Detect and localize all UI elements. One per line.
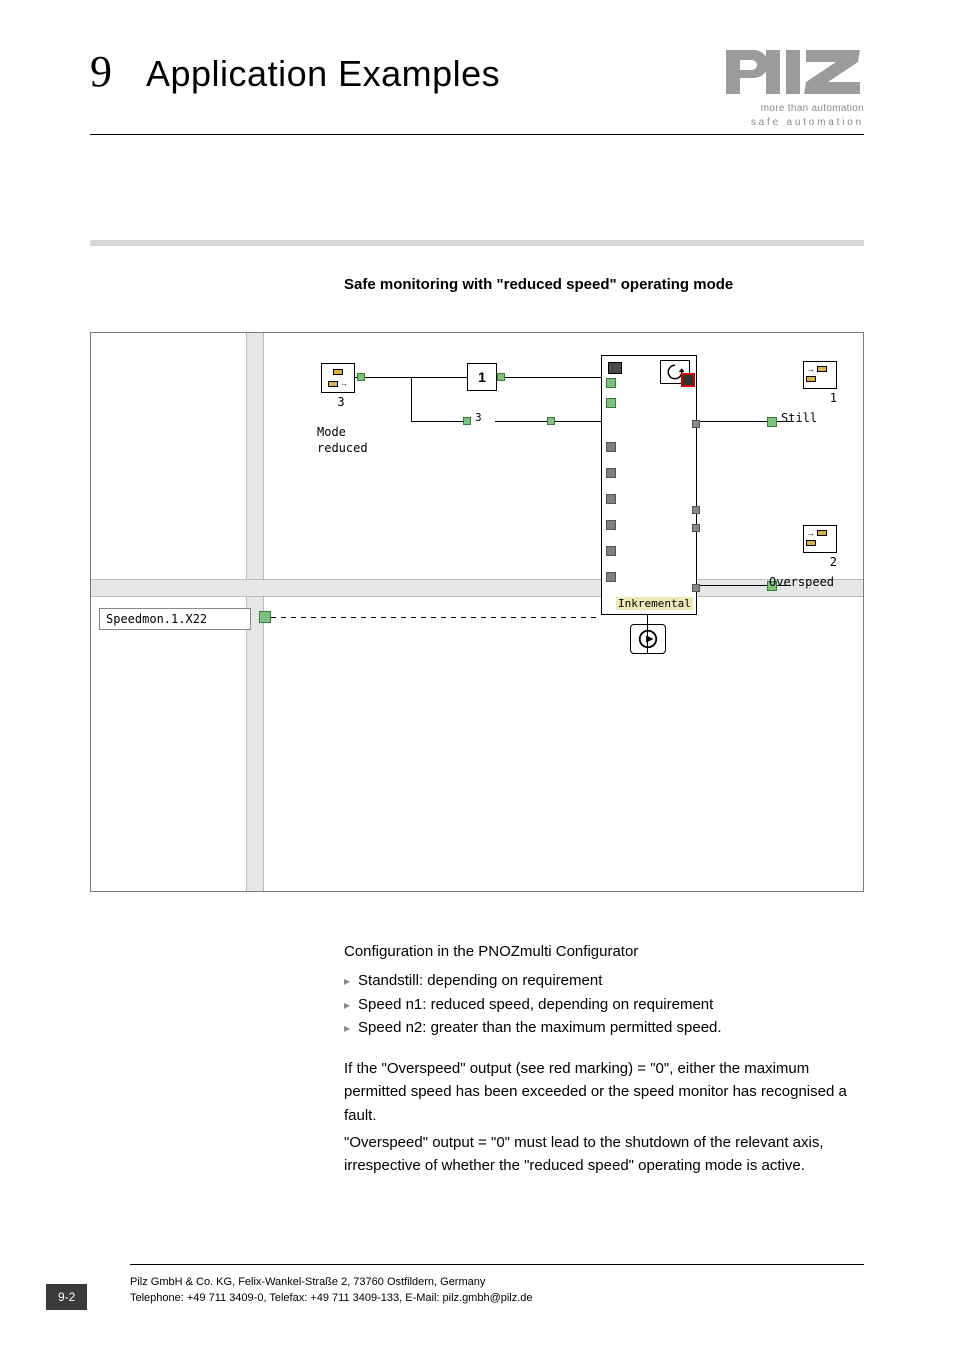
chapter-number: 9: [90, 46, 112, 97]
inkremental-label: Inkremental: [616, 597, 693, 610]
port-out-icon: [692, 420, 700, 428]
list-item: Standstill: depending on requirement: [344, 969, 864, 992]
pilz-logo-icon: [724, 46, 864, 98]
port-out-icon: [692, 584, 700, 592]
page-footer: 9-2 Pilz GmbH & Co. KG, Felix-Wankel-Str…: [0, 1264, 954, 1306]
speedmon-box: Speedmon.1.X22: [99, 608, 251, 630]
output-icon: →: [803, 525, 837, 553]
wire: [497, 377, 601, 378]
wire: [411, 377, 412, 421]
brand-logo: more than automation safe automation: [724, 46, 864, 130]
page-number-badge: 9-2: [46, 1284, 87, 1310]
output-block-label: Overspeed: [769, 575, 834, 589]
output-block-overspeed: → 2 Overspeed: [773, 525, 837, 569]
pin-icon: [463, 417, 471, 425]
chapter-title: 9 Application Examples: [90, 46, 500, 97]
mode-block-label: Mode reduced: [317, 425, 368, 456]
footer-line2: Telephone: +49 711 3409-0, Telefax: +49 …: [130, 1291, 954, 1306]
body-paragraph-1: If the "Overspeed" output (see red marki…: [344, 1057, 864, 1127]
mode-label-line1: Mode: [317, 425, 368, 441]
output-block-label: Still: [781, 411, 817, 425]
logic-block: 1: [467, 363, 497, 391]
output-block-still: → 1 Still: [773, 361, 837, 405]
diagram-frame: → 3 Mode reduced 1 3: [90, 332, 864, 892]
diagram-gutter-vertical: [246, 333, 264, 579]
mode-label-line2: reduced: [317, 441, 368, 457]
output-block-number: 2: [773, 555, 837, 569]
encoder-icon: [630, 624, 666, 654]
section-heading: Safe monitoring with "reduced speed" ope…: [344, 276, 733, 293]
output-icon: →: [803, 361, 837, 389]
mode-select-block: → 3: [321, 363, 361, 409]
port-icon: [606, 546, 616, 556]
logic-block-label: 1: [478, 369, 486, 385]
config-title-line: Configuration in the PNOZmulti Configura…: [344, 940, 864, 963]
section-color-bar: [90, 240, 864, 246]
overspeed-red-marking-icon: [681, 373, 695, 387]
port-icon: [606, 494, 616, 504]
logo-sub-line1: more than automation: [724, 102, 864, 116]
pin-icon: [767, 417, 777, 427]
pin-icon: [547, 417, 555, 425]
port-icon: [606, 442, 616, 452]
port-icon: [606, 398, 616, 408]
pin-icon: [497, 373, 505, 381]
footer-text: Pilz GmbH & Co. KG, Felix-Wankel-Straße …: [130, 1275, 954, 1306]
port-out-icon: [692, 524, 700, 532]
footer-rule: [130, 1264, 864, 1265]
page-header: 9 Application Examples more than automat…: [90, 46, 864, 130]
footer-line1: Pilz GmbH & Co. KG, Felix-Wankel-Straße …: [130, 1275, 954, 1290]
port-out-icon: [692, 506, 700, 514]
pin-icon: [357, 373, 365, 381]
logo-subtext: more than automation safe automation: [724, 102, 864, 130]
port-icon: [606, 572, 616, 582]
chapter-text: Application Examples: [146, 53, 500, 95]
speedmon-label: Speedmon.1.X22: [106, 612, 207, 626]
port-icon: [606, 520, 616, 530]
logo-sub-line2: safe automation: [724, 116, 864, 130]
body-text: Configuration in the PNOZmulti Configura…: [344, 940, 864, 1181]
wire: [411, 421, 471, 422]
logic-pin-label: 3: [475, 411, 482, 424]
port-icon: [606, 378, 616, 388]
header-rule: [90, 134, 864, 135]
wire-dashed: [271, 617, 601, 618]
config-bullet-list: Standstill: depending on requirement Spe…: [344, 969, 864, 1039]
body-paragraph-2: "Overspeed" output = "0" must lead to th…: [344, 1131, 864, 1178]
diagram-gutter-vertical-lower: [246, 597, 264, 891]
speed-monitor-block: Inkremental: [601, 355, 697, 615]
mode-select-icon: →: [321, 363, 355, 393]
pin-icon: [259, 611, 271, 623]
mode-block-number: 3: [321, 395, 361, 409]
port-icon: [606, 468, 616, 478]
dark-marker-icon: [608, 362, 622, 374]
diagram-gutter-horizontal: [91, 579, 863, 597]
list-item: Speed n1: reduced speed, depending on re…: [344, 993, 864, 1016]
output-block-number: 1: [773, 391, 837, 405]
list-item: Speed n2: greater than the maximum permi…: [344, 1016, 864, 1039]
